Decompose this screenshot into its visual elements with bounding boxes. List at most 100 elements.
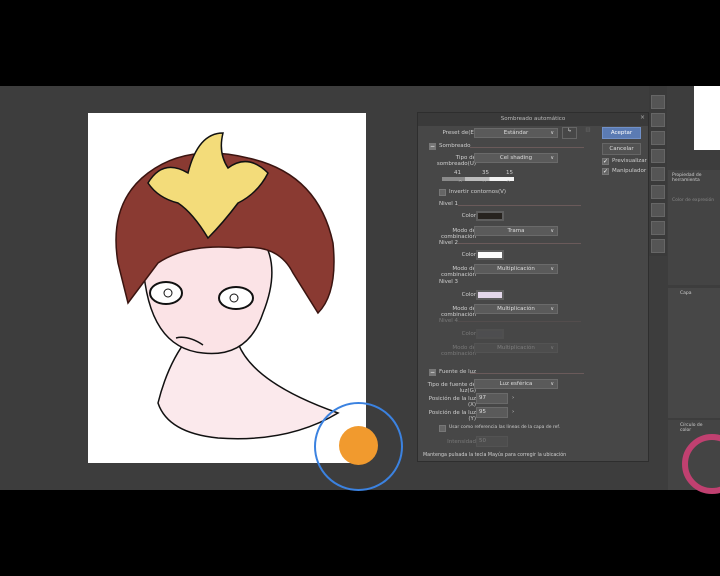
character-illustration — [115, 132, 340, 440]
slider-handle-2[interactable]: ^ — [482, 180, 487, 186]
light-type-select[interactable]: Luz esférica ∨ — [474, 379, 558, 389]
chevron-down-icon: ∨ — [550, 228, 554, 234]
preview-label: Previsualizar — [612, 158, 647, 164]
shading-type-value: Cel shading — [499, 155, 533, 161]
divider — [458, 321, 581, 322]
slider-value-2[interactable]: 35 — [482, 170, 489, 176]
level-title: Nivel 4 — [439, 318, 459, 324]
pos-x-label: Posición de la luz (X) — [428, 396, 476, 408]
save-preset-icon[interactable]: ↳ — [562, 127, 577, 139]
divider — [470, 147, 584, 148]
blend-mode-value: Multiplicación — [497, 306, 535, 312]
divider — [458, 243, 581, 244]
color-label: Color — [461, 331, 476, 337]
cancel-button[interactable]: Cancelar — [602, 143, 641, 155]
preset-select[interactable]: Estándar ∨ — [474, 128, 558, 138]
color-swatch[interactable] — [476, 211, 504, 221]
slider-value-1[interactable]: 41 — [454, 170, 461, 176]
use-reference-checkbox[interactable] — [439, 425, 446, 432]
property-panel: Propiedad de herramienta Color de expresi… — [668, 170, 720, 285]
invert-checkbox[interactable] — [439, 189, 446, 196]
manipulator-checkbox[interactable]: ✓ — [602, 168, 609, 175]
close-icon[interactable]: × — [640, 114, 645, 121]
tool-icon[interactable] — [651, 167, 665, 181]
light-section: Fuente de luz — [439, 369, 477, 375]
blend-mode-value: Multiplicación — [497, 345, 535, 351]
navigator-preview — [694, 86, 720, 150]
color-expression-label: Color de expresión — [672, 198, 715, 203]
pos-y-input[interactable]: 95 — [476, 407, 508, 418]
blend-mode-value: Multiplicación — [497, 266, 535, 272]
blend-mode-select: Multiplicación ∨ — [474, 343, 558, 353]
blend-mode-label: Modo de combinación — [440, 306, 476, 318]
manipulator-label: Manipulador — [612, 168, 647, 174]
preset-value: Estándar — [503, 130, 529, 136]
preview-checkbox[interactable]: ✓ — [602, 158, 609, 165]
light-type-label: Tipo de fuente de luz(G) — [427, 382, 476, 394]
tool-icon[interactable] — [651, 95, 665, 109]
chevron-down-icon: ∨ — [550, 155, 554, 161]
pos-x-input[interactable]: 97 — [476, 393, 508, 404]
chevron-down-icon: ∨ — [550, 130, 554, 136]
chevron-down-icon: ∨ — [550, 345, 554, 351]
color-swatch[interactable] — [476, 250, 504, 260]
shading-type-label: Tipo de sombreado(U) — [436, 155, 476, 167]
tool-icon[interactable] — [651, 239, 665, 253]
footer-hint: Mantenga pulsada la tecla Mayús para cor… — [423, 453, 567, 458]
blend-mode-select[interactable]: Multiplicación ∨ — [474, 264, 558, 274]
color-label: Color — [461, 292, 476, 298]
collapse-light-icon[interactable]: − — [429, 369, 436, 376]
color-wheel-panel: Círculo de color — [668, 420, 720, 494]
collapse-shading-icon[interactable]: − — [429, 143, 436, 150]
intensity-input: 50 — [476, 436, 508, 447]
pos-y-label: Posición de la luz (Y) — [428, 410, 476, 422]
dialog-title: Sombreado automático — [418, 113, 648, 126]
intensity-label: Intensidad — [447, 439, 476, 445]
preset-label: Preset de(E) — [442, 130, 476, 136]
auto-shading-dialog: Sombreado automático × Preset de(E) Está… — [417, 112, 649, 462]
shading-section: Sombreado — [439, 143, 471, 149]
color-swatch[interactable] — [476, 290, 504, 300]
blend-mode-label: Modo de combinación — [440, 345, 476, 357]
level-title: Nivel 3 — [439, 279, 459, 285]
chevron-down-icon: ∨ — [550, 381, 554, 387]
invert-label: Invertir contornos(V) — [449, 189, 507, 195]
brush-cursor-dot — [339, 426, 378, 465]
slider-handle-3[interactable]: ^ — [506, 180, 511, 186]
light-type-value: Luz esférica — [499, 381, 533, 387]
shading-type-select[interactable]: Cel shading ∨ — [474, 153, 558, 163]
tool-icon[interactable] — [651, 149, 665, 163]
slider-value-3[interactable]: 15 — [506, 170, 513, 176]
chevron-right-icon[interactable]: › — [512, 409, 514, 415]
blend-mode-label: Modo de combinación — [440, 266, 476, 278]
level-title: Nivel 2 — [439, 240, 459, 246]
chevron-right-icon[interactable]: › — [512, 395, 514, 401]
chevron-down-icon: ∨ — [550, 266, 554, 272]
color-wheel[interactable] — [682, 434, 720, 494]
blend-mode-value: Trama — [507, 228, 525, 234]
tool-icon[interactable] — [651, 185, 665, 199]
tool-icon[interactable] — [651, 221, 665, 235]
drawing-canvas[interactable] — [88, 113, 366, 463]
layer-panel-title: Capa — [680, 291, 692, 296]
property-panel-title: Propiedad de herramienta — [672, 173, 702, 183]
blend-mode-label: Modo de combinación — [440, 228, 476, 240]
tool-icon[interactable] — [651, 131, 665, 145]
use-reference-label: Usar como referencia las líneas de la ca… — [449, 425, 561, 430]
delete-preset-icon[interactable]: ▥ — [581, 127, 595, 139]
divider — [458, 205, 581, 206]
color-label: Color — [461, 213, 476, 219]
layer-panel: Capa — [668, 288, 720, 418]
tool-icon[interactable] — [651, 113, 665, 127]
tool-icon[interactable] — [651, 203, 665, 217]
level-slider[interactable] — [442, 177, 514, 181]
chevron-down-icon: ∨ — [550, 306, 554, 312]
color-swatch — [476, 329, 504, 339]
color-label: Color — [461, 252, 476, 258]
divider — [470, 373, 584, 374]
blend-mode-select[interactable]: Multiplicación ∨ — [474, 304, 558, 314]
slider-handle-1[interactable]: ^ — [458, 180, 463, 186]
level-title: Nivel 1 — [439, 201, 459, 207]
ok-button[interactable]: Aceptar — [602, 127, 641, 139]
blend-mode-select[interactable]: Trama ∨ — [474, 226, 558, 236]
